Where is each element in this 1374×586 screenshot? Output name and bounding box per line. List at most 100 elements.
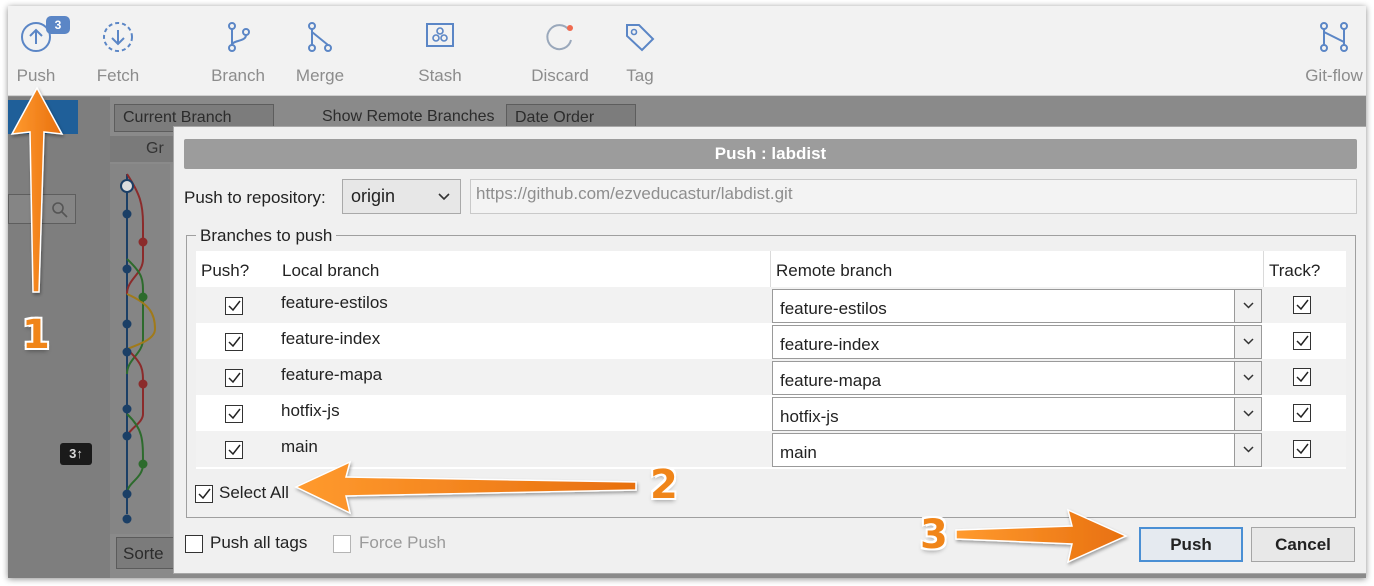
push-count-badge: 3 <box>46 16 70 34</box>
repository-value: origin <box>351 186 396 206</box>
chevron-down-icon <box>1243 446 1254 453</box>
remote-branch-value: feature-estilos <box>780 299 887 318</box>
app-window: 3 Push Fetch Branch Merge Stash Discard … <box>8 6 1366 578</box>
remote-branch-select[interactable]: main <box>772 433 1262 467</box>
branches-table: Push? Local branch Remote branch Track? … <box>196 251 1346 469</box>
fetch-label: Fetch <box>96 66 140 85</box>
push-checkbox[interactable] <box>225 369 243 387</box>
track-checkbox[interactable] <box>1293 368 1311 386</box>
discard-toolbar-button[interactable]: Discard <box>524 6 596 96</box>
table-row: hotfix-js hotfix-js <box>196 395 1346 431</box>
fetch-icon <box>101 20 135 59</box>
sidebar-search-input[interactable] <box>8 194 76 224</box>
checkmark-icon <box>228 444 241 456</box>
tag-toolbar-button[interactable]: Tag <box>612 6 668 96</box>
column-divider <box>1263 251 1264 287</box>
merge-icon <box>305 20 335 59</box>
push-checkbox[interactable] <box>225 297 243 315</box>
repository-label: Push to repository: <box>184 188 326 207</box>
branch-label: Branch <box>211 66 265 85</box>
track-checkbox[interactable] <box>1293 404 1311 422</box>
stash-icon <box>424 20 456 55</box>
merge-label: Merge <box>295 66 345 85</box>
remote-branch-value: hotfix-js <box>780 407 839 426</box>
table-row: feature-index feature-index <box>196 323 1346 359</box>
search-icon <box>52 202 68 218</box>
commit-graph-lines <box>120 173 157 524</box>
checkmark-icon <box>1296 299 1309 311</box>
remote-branch-select[interactable]: hotfix-js <box>772 397 1262 431</box>
table-row: feature-mapa feature-mapa <box>196 359 1346 395</box>
push-checkbox[interactable] <box>225 405 243 423</box>
track-checkbox[interactable] <box>1293 332 1311 350</box>
remote-branch-select[interactable]: feature-estilos <box>772 289 1262 323</box>
checkmark-icon <box>1296 335 1309 347</box>
remote-branch-select[interactable]: feature-mapa <box>772 361 1262 395</box>
chevron-down-icon <box>1243 302 1254 309</box>
select-all-checkbox[interactable] <box>195 485 213 503</box>
push-all-tags-checkbox[interactable] <box>185 535 203 553</box>
show-remote-label: Show Remote Branches <box>322 108 495 125</box>
remote-branch-dropdown[interactable] <box>1234 290 1261 322</box>
local-branch-name: feature-mapa <box>281 365 383 384</box>
stash-label: Stash <box>418 66 462 85</box>
discard-icon <box>543 20 577 59</box>
checkmark-icon <box>1296 371 1309 383</box>
merge-toolbar-button[interactable]: Merge <box>290 6 350 96</box>
push-button[interactable]: Push <box>1139 527 1243 562</box>
push-checkbox[interactable] <box>225 333 243 351</box>
commit-graph <box>110 164 170 534</box>
branch-toolbar-button[interactable]: Branch <box>208 6 268 96</box>
remote-branch-dropdown[interactable] <box>1234 326 1261 358</box>
toolbar: 3 Push Fetch Branch Merge Stash Discard … <box>8 6 1366 96</box>
git-flow-label: Git-flow <box>1305 66 1363 85</box>
step-2-number: 2 <box>650 462 678 508</box>
chevron-down-icon <box>1243 374 1254 381</box>
pending-commits-badge: 3↑ <box>60 443 92 465</box>
step-1-number: 1 <box>22 312 50 358</box>
repository-url-field[interactable]: https://github.com/ezveducastur/labdist.… <box>470 179 1357 214</box>
push-dialog: Push : labdist Push to repository: origi… <box>173 126 1366 574</box>
checkmark-icon <box>228 336 241 348</box>
graph-column-header: Gr <box>110 136 182 162</box>
git-flow-icon <box>1317 20 1351 59</box>
table-row: feature-estilos feature-estilos <box>196 287 1346 323</box>
checkmark-icon <box>228 300 241 312</box>
push-label: Push <box>16 66 56 85</box>
track-checkbox[interactable] <box>1293 296 1311 314</box>
column-divider <box>770 251 771 287</box>
chevron-down-icon <box>1243 410 1254 417</box>
remote-branch-value: feature-index <box>780 335 880 354</box>
remote-branch-select[interactable]: feature-index <box>772 325 1262 359</box>
stash-toolbar-button[interactable]: Stash <box>410 6 470 96</box>
tag-icon <box>623 20 657 59</box>
push-all-tags-label: Push all tags <box>210 533 308 552</box>
force-push-checkbox <box>333 535 351 553</box>
checkmark-icon <box>1296 407 1309 419</box>
git-flow-toolbar-button[interactable]: Git-flow <box>1302 6 1366 96</box>
remote-branch-dropdown[interactable] <box>1234 434 1261 466</box>
sidebar-selected-item[interactable] <box>8 100 78 134</box>
sort-select[interactable]: Sorte <box>116 537 176 569</box>
column-header-local: Local branch <box>282 261 380 280</box>
local-branch-name: main <box>281 437 318 456</box>
remote-branch-value: feature-mapa <box>780 371 882 390</box>
select-all-label: Select All <box>219 483 289 502</box>
cancel-button[interactable]: Cancel <box>1251 527 1355 562</box>
column-header-push: Push? <box>201 261 250 280</box>
step-3-number: 3 <box>920 512 948 558</box>
repository-select[interactable]: origin <box>342 179 461 214</box>
chevron-down-icon <box>438 193 450 201</box>
local-branch-name: feature-estilos <box>281 293 388 312</box>
local-branch-name: feature-index <box>281 329 381 348</box>
fetch-toolbar-button[interactable]: Fetch <box>90 6 146 96</box>
remote-branch-dropdown[interactable] <box>1234 362 1261 394</box>
checkmark-icon <box>228 408 241 420</box>
remote-branch-dropdown[interactable] <box>1234 398 1261 430</box>
column-header-remote: Remote branch <box>776 261 893 280</box>
checkmark-icon <box>228 372 241 384</box>
track-checkbox[interactable] <box>1293 440 1311 458</box>
push-toolbar-button[interactable]: 3 Push <box>8 6 70 96</box>
push-checkbox[interactable] <box>225 441 243 459</box>
checkmark-icon <box>198 488 211 500</box>
